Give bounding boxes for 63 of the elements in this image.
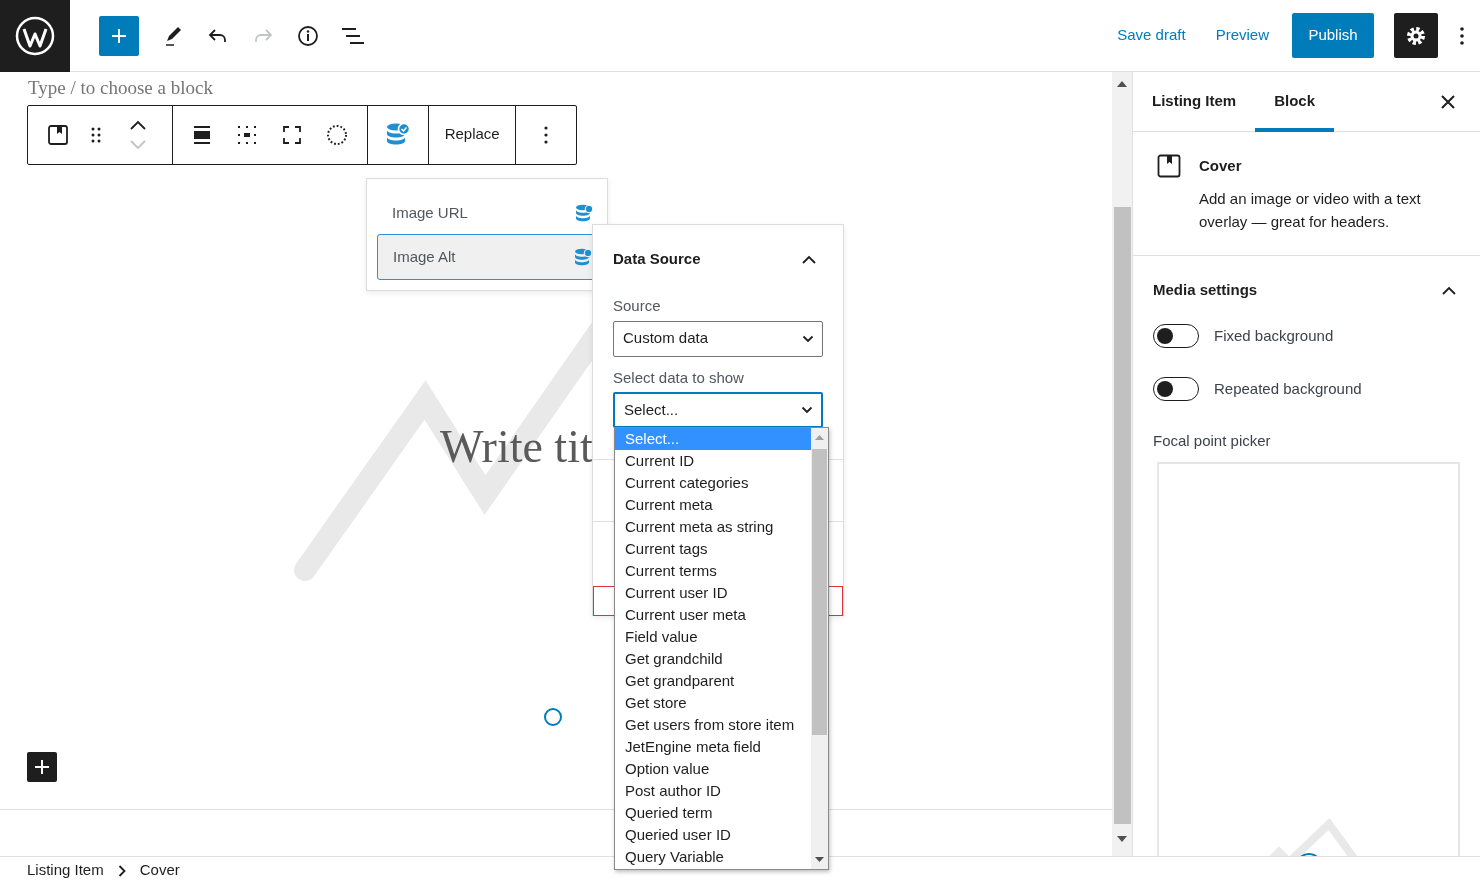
dropdown-option[interactable]: Current categories (615, 472, 811, 494)
dropdown-option[interactable]: Current terms (615, 560, 811, 582)
chevron-up-icon (129, 119, 147, 130)
cover-title-placeholder[interactable]: Write tit (440, 420, 593, 474)
dropdown-option[interactable]: Current user ID (615, 582, 811, 604)
panel-title[interactable]: Media settings (1153, 278, 1258, 302)
field-label: Source (613, 297, 661, 314)
dropdown-option[interactable]: Current meta (615, 494, 811, 516)
dropdown-option[interactable]: Queried term (615, 802, 811, 824)
field-option[interactable]: Image URL (377, 195, 601, 231)
more-icon (543, 124, 550, 145)
breadcrumb-link[interactable]: Cover (139, 859, 180, 882)
cover-icon (1157, 154, 1181, 179)
info-icon (296, 23, 320, 48)
scroll-down-icon[interactable] (815, 857, 824, 862)
dropdown-option[interactable]: Get store (615, 692, 811, 714)
dropdown-option[interactable]: Queried user ID (615, 824, 811, 846)
close-icon (1440, 93, 1456, 110)
action-link[interactable]: Preview (1215, 24, 1269, 47)
dropdown-option[interactable]: Get grandparent (615, 670, 811, 692)
cover-icon (46, 122, 70, 147)
dropdown-option[interactable]: Post author ID (615, 780, 811, 802)
sidebar-tab[interactable]: Block (1255, 72, 1335, 132)
action-link[interactable]: Save draft (1117, 24, 1186, 47)
chevron-right-icon (117, 865, 126, 878)
dropdown-option[interactable]: Query Variable (615, 846, 811, 868)
field-label: Select data to show (613, 368, 744, 386)
dropdown-option[interactable]: Field value (615, 626, 811, 648)
dropdown-option[interactable]: JetEngine meta field (615, 736, 811, 758)
select-field[interactable]: Custom data (613, 320, 823, 357)
toggle-label: Repeated background (1214, 378, 1362, 399)
focal-point-label: Focal point picker (1153, 431, 1271, 451)
dotted-circle-icon (325, 122, 350, 147)
replace-button[interactable]: Replace (438, 114, 506, 155)
block-input-field[interactable]: Type / to choose a block (0, 72, 213, 99)
scrollbar[interactable] (1112, 72, 1132, 856)
chevron-down-icon (802, 334, 814, 343)
dropdown-option[interactable]: Current meta as string (615, 516, 811, 538)
database-icon (575, 204, 593, 222)
dropdown-option[interactable]: Get grandchild (615, 648, 811, 670)
chevron-down-icon (801, 406, 813, 414)
settings-button[interactable] (1394, 13, 1438, 58)
scroll-up-icon[interactable] (1117, 81, 1127, 87)
logo-icon (15, 15, 55, 56)
dropdown-option[interactable]: Option value (615, 758, 811, 780)
block-description: Add an image or video with a text overlay — great for headers. (1199, 188, 1422, 232)
scroll-down-icon[interactable] (1117, 836, 1127, 842)
dropdown-option[interactable]: Current tags (615, 538, 811, 560)
block-title: Cover (1199, 156, 1243, 176)
more-icon (1459, 25, 1465, 46)
add-block-button[interactable] (27, 752, 57, 782)
dropdown-option[interactable]: Current ID (615, 450, 811, 472)
panel-title[interactable]: Data Source (613, 247, 701, 271)
toggle-label: Fixed background (1214, 325, 1334, 346)
dropdown-option[interactable]: Get users from store item (615, 714, 811, 736)
plus-icon (33, 758, 51, 776)
sidebar-tab[interactable]: Listing Item (1133, 72, 1256, 132)
breadcrumb-link[interactable]: Listing Item (27, 859, 104, 882)
spinner-icon (543, 707, 563, 728)
publish-button[interactable]: Publish (1292, 13, 1374, 58)
dropdown-option[interactable]: Current user meta (615, 604, 811, 626)
drag-icon (90, 125, 102, 144)
scrollbar[interactable] (811, 428, 828, 869)
